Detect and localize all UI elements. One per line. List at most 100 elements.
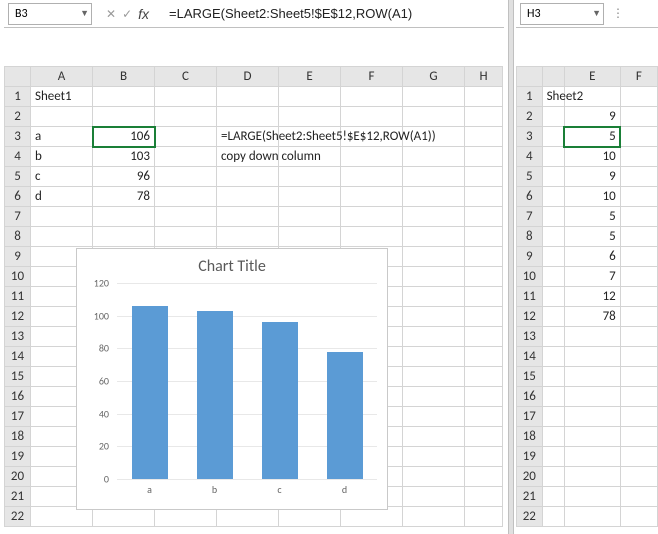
cell[interactable]	[341, 207, 403, 227]
pane-divider[interactable]	[508, 0, 514, 534]
row-header[interactable]: 1	[5, 87, 31, 107]
cell[interactable]: b	[31, 147, 93, 167]
cell[interactable]	[465, 447, 503, 467]
cell[interactable]	[542, 307, 564, 327]
dropdown-icon[interactable]: ▼	[592, 8, 601, 19]
cell[interactable]	[403, 247, 465, 267]
cell[interactable]	[542, 507, 564, 527]
cancel-icon[interactable]: ✕	[106, 7, 116, 21]
cell[interactable]	[155, 187, 217, 207]
cell[interactable]	[155, 107, 217, 127]
cell[interactable]: a	[31, 127, 93, 147]
cell[interactable]	[564, 367, 620, 387]
select-all-corner[interactable]	[517, 67, 543, 87]
cell[interactable]: 12	[564, 287, 620, 307]
grid-right[interactable]: E F 1Sheet229354105961075859610711121278…	[516, 66, 658, 527]
cell[interactable]	[93, 87, 155, 107]
formula-input[interactable]	[163, 3, 500, 25]
row-header[interactable]: 3	[517, 127, 543, 147]
cell[interactable]	[620, 427, 657, 447]
cell[interactable]: copy down column	[217, 147, 279, 167]
cell[interactable]	[465, 387, 503, 407]
cell[interactable]	[465, 247, 503, 267]
cell[interactable]	[403, 427, 465, 447]
cell[interactable]	[217, 87, 279, 107]
col-header[interactable]: E	[279, 67, 341, 87]
row-header[interactable]: 12	[5, 307, 31, 327]
cell[interactable]	[403, 387, 465, 407]
col-header[interactable]: D	[217, 67, 279, 87]
row-header[interactable]: 16	[5, 387, 31, 407]
cell[interactable]	[564, 387, 620, 407]
cell[interactable]	[620, 447, 657, 467]
drag-handle-icon[interactable]: ⋮	[608, 6, 627, 21]
cell[interactable]: Sheet1	[31, 87, 93, 107]
cell[interactable]: 9	[564, 107, 620, 127]
chart-bar[interactable]	[197, 311, 233, 479]
row-header[interactable]: 10	[5, 267, 31, 287]
row-header[interactable]: 6	[517, 187, 543, 207]
cell[interactable]	[620, 407, 657, 427]
cell[interactable]	[620, 287, 657, 307]
cell[interactable]	[155, 87, 217, 107]
cell[interactable]	[542, 367, 564, 387]
row-header[interactable]: 7	[5, 207, 31, 227]
row-header[interactable]: 11	[517, 287, 543, 307]
cell[interactable]	[403, 187, 465, 207]
cell[interactable]	[542, 207, 564, 227]
row-header[interactable]: 2	[5, 107, 31, 127]
chart-bar[interactable]	[327, 352, 363, 479]
row-header[interactable]: 18	[5, 427, 31, 447]
cell[interactable]	[542, 487, 564, 507]
row-header[interactable]: 20	[5, 467, 31, 487]
cell[interactable]	[403, 307, 465, 327]
cell[interactable]	[542, 327, 564, 347]
cell[interactable]: 10	[564, 187, 620, 207]
row-header[interactable]: 5	[5, 167, 31, 187]
cell[interactable]	[341, 187, 403, 207]
cell[interactable]	[279, 87, 341, 107]
row-header[interactable]: 22	[5, 507, 31, 527]
cell[interactable]	[403, 267, 465, 287]
col-header[interactable]	[542, 67, 564, 87]
cell[interactable]	[542, 427, 564, 447]
cell[interactable]	[93, 107, 155, 127]
cell[interactable]	[620, 387, 657, 407]
row-header[interactable]: 11	[5, 287, 31, 307]
cell[interactable]	[279, 107, 341, 127]
cell[interactable]	[620, 307, 657, 327]
cell[interactable]	[465, 87, 503, 107]
cell[interactable]: 7	[564, 267, 620, 287]
cell[interactable]: 78	[564, 307, 620, 327]
cell[interactable]: 5	[564, 227, 620, 247]
cell[interactable]	[620, 87, 657, 107]
cell[interactable]	[542, 387, 564, 407]
row-header[interactable]: 13	[517, 327, 543, 347]
cell[interactable]	[31, 207, 93, 227]
row-header[interactable]: 6	[5, 187, 31, 207]
cell[interactable]	[620, 467, 657, 487]
cell[interactable]	[465, 147, 503, 167]
cell[interactable]: 6	[564, 247, 620, 267]
cell[interactable]	[542, 287, 564, 307]
cell[interactable]	[403, 227, 465, 247]
row-header[interactable]: 8	[5, 227, 31, 247]
row-header[interactable]: 8	[517, 227, 543, 247]
cell[interactable]	[31, 227, 93, 247]
cell[interactable]	[465, 367, 503, 387]
cell[interactable]	[564, 347, 620, 367]
cell[interactable]	[155, 127, 217, 147]
cell[interactable]	[620, 507, 657, 527]
cell[interactable]	[620, 227, 657, 247]
name-box[interactable]: B3 ▼	[8, 3, 92, 25]
cell[interactable]	[620, 487, 657, 507]
cell[interactable]	[564, 467, 620, 487]
cell[interactable]	[465, 507, 503, 527]
cell[interactable]	[542, 127, 564, 147]
cell[interactable]	[217, 227, 279, 247]
col-header[interactable]: F	[620, 67, 657, 87]
cell[interactable]	[564, 447, 620, 467]
col-header[interactable]: C	[155, 67, 217, 87]
cell[interactable]	[620, 207, 657, 227]
row-header[interactable]: 14	[5, 347, 31, 367]
